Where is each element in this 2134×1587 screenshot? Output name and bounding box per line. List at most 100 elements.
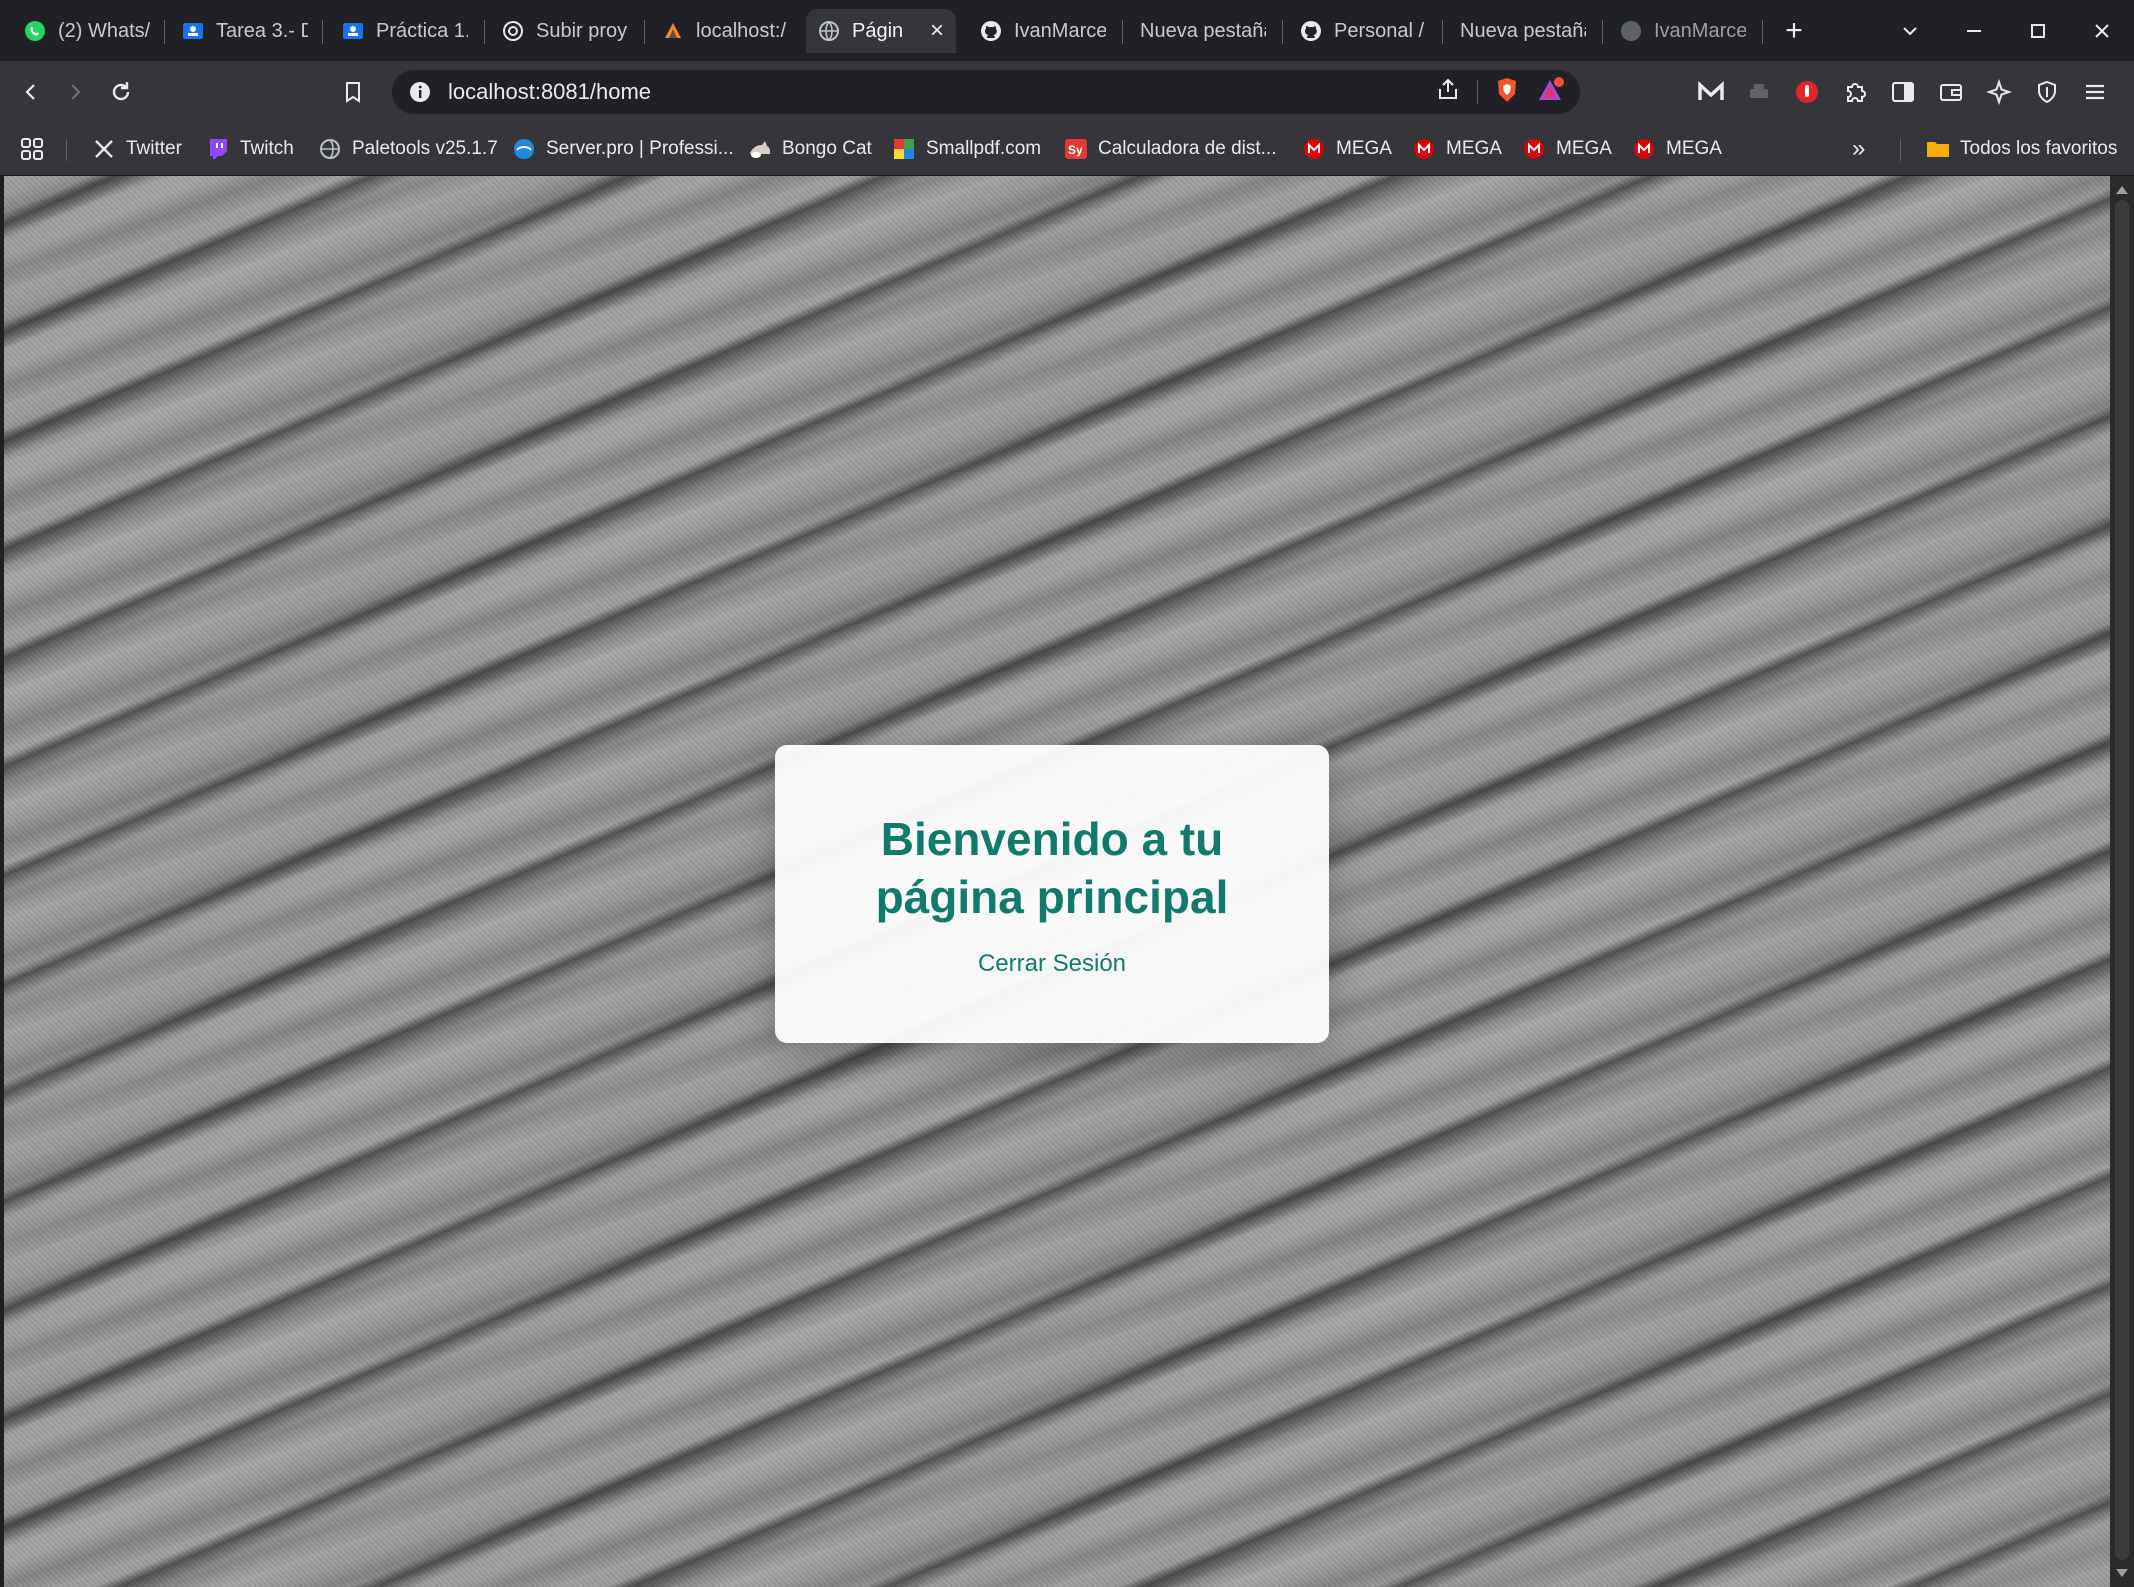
github-icon — [1300, 20, 1322, 42]
welcome-heading-line-1: Bienvenido a tu — [880, 813, 1224, 865]
tab-label: Págin — [852, 19, 904, 42]
tab-practica[interactable]: Práctica 1. — [330, 9, 480, 53]
arrow-left-icon — [25, 84, 35, 100]
forward-button[interactable] — [54, 71, 96, 113]
sparkle-icon — [1986, 79, 2012, 105]
ship-icon — [662, 20, 684, 42]
mega-icon — [1698, 81, 1724, 100]
share-icon[interactable] — [1435, 77, 1461, 108]
bookmark-mega-4[interactable]: MEGA — [1632, 131, 1722, 167]
bookmark-label: Twitch — [240, 138, 294, 159]
globe-icon — [818, 20, 840, 42]
sidebar-button[interactable] — [1884, 73, 1922, 111]
tab-nueva-pestana-2[interactable]: Nueva pestaña — [1448, 9, 1598, 53]
hand-stop-icon — [1796, 81, 1818, 103]
omnibox-divider — [1477, 80, 1478, 104]
cat-icon — [748, 137, 772, 161]
bookmark-label: Smallpdf.com — [926, 138, 1042, 159]
bookmark-mega-2[interactable]: MEGA — [1412, 131, 1502, 167]
bookmark-icon — [346, 82, 360, 103]
mega-icon — [1522, 137, 1546, 161]
bookmark-paletools[interactable]: Paletools v25.1.7 — [318, 131, 498, 167]
tab-label: Nueva pestaña — [1460, 19, 1586, 42]
tab-personal[interactable]: Personal / — [1288, 9, 1438, 53]
puzzle-icon — [1847, 83, 1866, 102]
sy-icon: Sy — [1064, 137, 1088, 161]
mega-icon — [1412, 137, 1436, 161]
bookmark-calculadora[interactable]: Sy Calculadora de dist... — [1064, 131, 1277, 167]
close-window-button[interactable] — [2070, 0, 2134, 61]
globe-icon — [318, 137, 342, 161]
minimize-button[interactable] — [1942, 0, 2006, 61]
tab-localhost[interactable]: localhost:/ — [650, 9, 800, 53]
wallet-button[interactable] — [1932, 73, 1970, 111]
navigation-toolbar: localhost:8081/home — [0, 61, 2134, 123]
main-menu-button[interactable] — [2076, 73, 2114, 111]
bookmark-smallpdf[interactable]: Smallpdf.com — [892, 131, 1041, 167]
back-button[interactable] — [10, 71, 52, 113]
bookmark-mega-1[interactable]: MEGA — [1302, 131, 1392, 167]
apps-grid-icon — [20, 137, 44, 161]
scrollbar-thumb[interactable] — [2115, 200, 2129, 1560]
reload-button[interactable] — [100, 71, 142, 113]
classroom-icon — [182, 20, 204, 42]
bookmark-page-button[interactable] — [332, 71, 374, 113]
tab-nueva-pestana[interactable]: Nueva pestaña — [1128, 9, 1278, 53]
scroll-down-arrow-icon[interactable] — [2116, 1569, 2128, 1577]
bookmark-serverpro[interactable]: Server.pro | Professi... — [512, 131, 734, 167]
all-bookmarks-folder[interactable]: Todos los favoritos — [1926, 131, 2117, 167]
tab-tarea[interactable]: Tarea 3.- D — [170, 9, 320, 53]
tab-label: Nueva pestaña — [1140, 19, 1266, 42]
maximize-button[interactable] — [2006, 0, 2070, 61]
logout-link[interactable]: Cerrar Sesión — [978, 950, 1126, 978]
vpn-button[interactable] — [2028, 73, 2066, 111]
bookmarks-bar: Twitter Twitch Paletools v25.1.7 Server.… — [0, 123, 2134, 176]
printer-icon — [1750, 84, 1768, 98]
scroll-up-arrow-icon[interactable] — [2116, 186, 2128, 194]
tab-ivanmarce[interactable]: IvanMarce — [968, 9, 1118, 53]
bookmark-label: Server.pro | Professi... — [546, 138, 734, 159]
bookmark-apps[interactable] — [20, 131, 44, 167]
tab-label: IvanMarce — [1014, 19, 1106, 42]
bookmark-label: Twitter — [126, 138, 182, 159]
close-tab-icon[interactable]: × — [930, 19, 944, 43]
bookmark-label: MEGA — [1446, 138, 1502, 159]
tab-subir[interactable]: Subir proy — [490, 9, 640, 53]
tab-search-button[interactable] — [1878, 0, 1942, 61]
hamburger-menu-icon — [2086, 84, 2104, 100]
bookmark-bongo-cat[interactable]: Bongo Cat — [748, 131, 872, 167]
openai-icon — [502, 20, 524, 42]
brave-shields-icon[interactable] — [1494, 76, 1520, 109]
server-icon — [512, 137, 536, 161]
arrow-right-icon — [71, 84, 81, 100]
welcome-card: Bienvenido a tu página principal Cerrar … — [775, 745, 1329, 1043]
site-info-icon[interactable] — [408, 80, 432, 104]
bookmark-mega-3[interactable]: MEGA — [1522, 131, 1612, 167]
extensions-button[interactable] — [1836, 73, 1874, 111]
tab-ivanmarce-2[interactable]: IvanMarce — [1608, 9, 1758, 53]
mega-icon — [1302, 137, 1326, 161]
bookmark-twitch[interactable]: Twitch — [206, 131, 294, 167]
mega-extension-button[interactable] — [1692, 73, 1730, 111]
address-bar[interactable]: localhost:8081/home — [392, 70, 1580, 114]
leo-ai-button[interactable] — [1980, 73, 2018, 111]
extensions-row — [1692, 71, 2114, 113]
vertical-scrollbar[interactable] — [2110, 176, 2134, 1587]
new-tab-button[interactable]: + — [1772, 10, 1816, 52]
url-text: localhost:8081/home — [448, 79, 652, 104]
tab-whatsapp[interactable]: (2) Whats/ — [12, 9, 162, 53]
printer-extension-button[interactable] — [1740, 73, 1778, 111]
bookmark-label: MEGA — [1556, 138, 1612, 159]
tab-label: IvanMarce — [1654, 19, 1746, 42]
bookmarks-overflow-button[interactable]: » — [1852, 131, 1865, 167]
tab-label: Tarea 3.- D — [216, 19, 308, 42]
maximize-icon — [2031, 23, 2045, 38]
bookmark-twitter[interactable]: Twitter — [92, 131, 182, 167]
chevron-down-icon — [1903, 26, 1917, 35]
tab-pagina[interactable]: Págin × — [806, 9, 956, 53]
wallet-icon — [1940, 84, 1962, 101]
minimize-icon — [1967, 29, 1981, 32]
browser-window: (2) Whats/ Tarea 3.- D Práctica 1. Subir… — [0, 0, 2134, 1587]
adblock-extension-button[interactable] — [1788, 73, 1826, 111]
brave-rewards-icon[interactable] — [1536, 76, 1566, 109]
